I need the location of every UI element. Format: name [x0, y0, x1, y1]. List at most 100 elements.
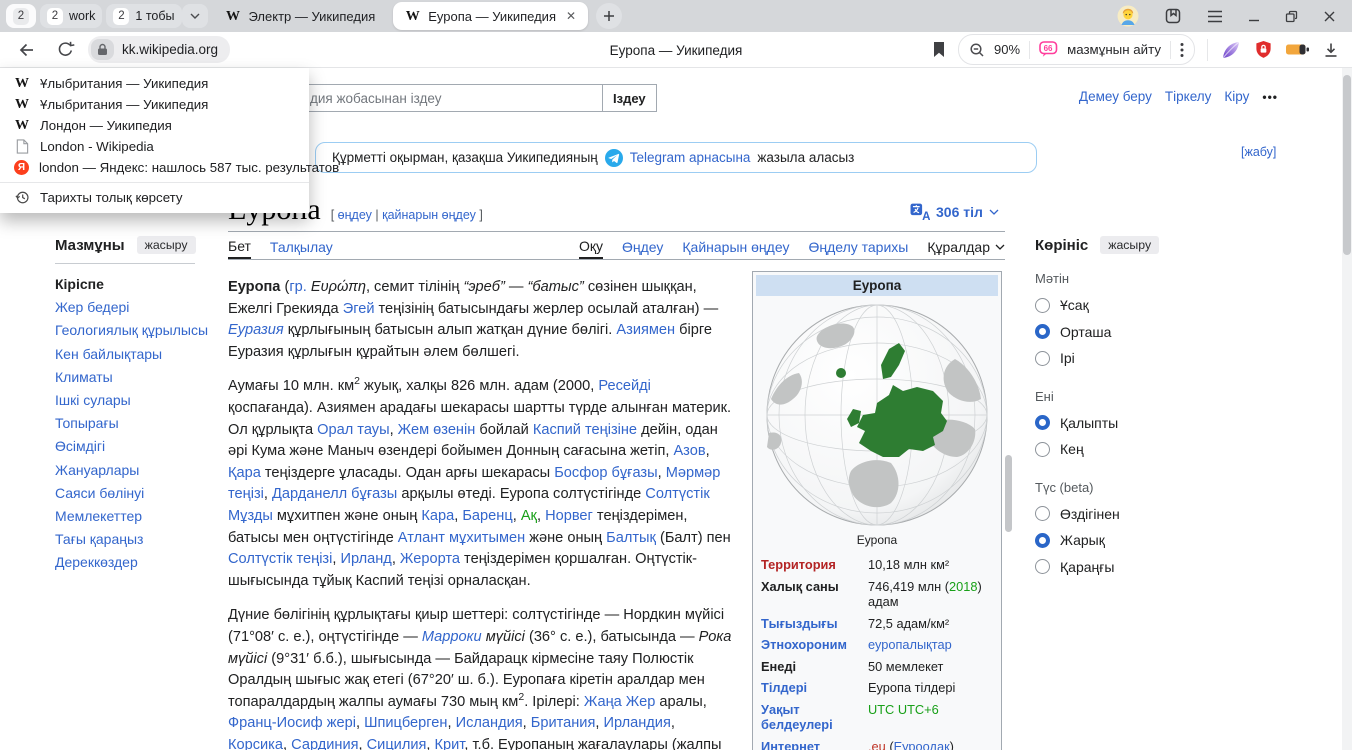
link[interactable]: Дарданелл бұғазы	[272, 486, 397, 502]
article-tab[interactable]: Өңделу тарихы	[808, 234, 908, 259]
link[interactable]: Эгей	[343, 301, 375, 317]
toc-item[interactable]: Тағы қараңыз	[55, 528, 225, 551]
toc-item[interactable]: Мемлекеттер	[55, 505, 225, 528]
close-button[interactable]	[1323, 10, 1336, 23]
radio-option[interactable]: Қалыпты	[1035, 410, 1190, 437]
header-link[interactable]: Кіру	[1224, 89, 1249, 104]
link[interactable]: Норвег	[545, 508, 593, 524]
wiki-search-button[interactable]: Іздеу	[602, 84, 657, 112]
link[interactable]: Шпицберген	[364, 715, 447, 731]
link[interactable]: Қара	[228, 465, 261, 481]
infobox-label[interactable]: Уақыт белдеулері	[756, 699, 863, 736]
toc-item[interactable]: Климаты	[55, 366, 225, 389]
europe-globe-image[interactable]	[756, 296, 998, 531]
link[interactable]: UTC UTC+6	[868, 702, 939, 717]
link[interactable]: Жаңа Жер	[584, 694, 656, 710]
appearance-hide-button[interactable]: жасыру	[1100, 236, 1159, 254]
link[interactable]: 2018	[949, 579, 977, 594]
link[interactable]: Босфор бұғазы	[554, 465, 657, 481]
window-scrollbar[interactable]	[1342, 68, 1352, 750]
read-aloud-button[interactable]: мазмұнын айту	[1067, 42, 1161, 57]
avatar[interactable]	[1117, 5, 1139, 27]
link[interactable]: Кара	[421, 508, 454, 524]
radio-option[interactable]: Ірі	[1035, 345, 1190, 372]
toc-item[interactable]: Өсімдігі	[55, 435, 225, 458]
link[interactable]: Азиямен	[616, 322, 675, 338]
tab-group-chip[interactable]: 21 тобы	[106, 4, 181, 28]
suggestion-item[interactable]: London - Wikipedia	[0, 136, 309, 157]
radio-button[interactable]	[1035, 298, 1050, 313]
infobox-label[interactable]: Тығыздығы	[756, 613, 863, 635]
tab-group-dropdown-button[interactable]	[182, 4, 208, 28]
back-button[interactable]	[12, 35, 42, 65]
link[interactable]: Крит	[435, 737, 465, 750]
link[interactable]: гр.	[289, 279, 307, 295]
address-bar[interactable]: kk.wikipedia.org	[88, 36, 230, 63]
radio-option[interactable]: Жарық	[1035, 527, 1190, 554]
wiki-search-input[interactable]	[262, 84, 602, 112]
edit-link[interactable]: өңдеу	[338, 208, 372, 222]
header-more-button[interactable]: •••	[1262, 90, 1278, 104]
link[interactable]: Атлант мұхитымен	[398, 530, 525, 546]
browser-tab[interactable]: WЕуропа — Уикипедия✕	[393, 2, 588, 30]
link[interactable]: Франц-Иосиф жері	[228, 715, 356, 731]
radio-button[interactable]	[1035, 442, 1050, 457]
suggestion-item[interactable]: WҰлыбритания — Уикипедия	[0, 94, 309, 115]
toc-item[interactable]: Топырағы	[55, 412, 225, 435]
infobox-label[interactable]: Этнохороним	[756, 634, 863, 656]
header-link[interactable]: Демеу беру	[1079, 89, 1152, 104]
radio-button[interactable]	[1035, 506, 1050, 521]
article-tab[interactable]: Өңдеу	[622, 234, 663, 259]
suggestion-item[interactable]: WЛондон — Уикипедия	[0, 115, 309, 136]
tab-group-chip[interactable]: 2	[6, 4, 36, 28]
toc-item[interactable]: Кен байлықтары	[55, 343, 225, 366]
link[interactable]: Сардиния	[291, 737, 358, 750]
content-scrollbar-thumb[interactable]	[1005, 455, 1012, 532]
toc-item[interactable]: Дереккөздер	[55, 551, 225, 574]
link[interactable]: Еуразия	[228, 322, 284, 338]
edit-source-link[interactable]: қайнарын өңдеу	[382, 208, 476, 222]
link[interactable]: Жерорта	[400, 551, 460, 567]
link[interactable]: Балтық	[606, 530, 656, 546]
tab-groups-icon[interactable]	[1164, 7, 1182, 25]
toc-item[interactable]: Ішкі сулары	[55, 389, 225, 412]
link[interactable]: Орал тауы	[317, 422, 389, 438]
zoom-out-icon[interactable]	[969, 42, 985, 58]
radio-button[interactable]	[1035, 559, 1050, 574]
toc-item[interactable]: Кіріспе	[55, 273, 225, 296]
tab-group-chip[interactable]: 2work	[40, 4, 102, 28]
link[interactable]: Солтүстік теңізі	[228, 551, 332, 567]
article-tab[interactable]: Бет	[228, 234, 251, 259]
tab-close-icon[interactable]: ✕	[566, 9, 576, 23]
toc-item[interactable]: Геологиялық құрылысы	[55, 319, 225, 342]
link[interactable]: Ақ	[521, 508, 537, 524]
link[interactable]: Ирланд	[340, 551, 391, 567]
link[interactable]: Корсика	[228, 737, 283, 750]
infobox-label[interactable]: Тілдері	[756, 677, 863, 699]
link[interactable]: Британия	[531, 715, 596, 731]
quote-bubble-icon[interactable]: 66	[1039, 41, 1058, 58]
link[interactable]: Жем өзенін	[398, 422, 476, 438]
banner-close-link[interactable]: [жабу]	[1241, 145, 1276, 159]
window-scrollbar-thumb[interactable]	[1343, 75, 1351, 255]
language-selector[interactable]: A 306 тіл	[910, 203, 999, 221]
link[interactable]: еуропалықтар	[868, 637, 952, 652]
link[interactable]: Еуроодақ	[894, 739, 950, 750]
infobox-label[interactable]: Территория	[756, 554, 863, 576]
radio-option[interactable]: Орташа	[1035, 319, 1190, 346]
battery-extension-icon[interactable]	[1285, 42, 1310, 57]
restore-button[interactable]	[1285, 10, 1298, 23]
radio-button[interactable]	[1035, 415, 1050, 430]
article-tab[interactable]: Талқылау	[270, 234, 333, 259]
telegram-channel-link[interactable]: Telegram арнасына	[630, 150, 751, 165]
radio-button[interactable]	[1035, 324, 1050, 339]
link[interactable]: Ресейді	[598, 378, 651, 394]
toc-item[interactable]: Жер бедері	[55, 296, 225, 319]
reload-button[interactable]	[50, 35, 80, 65]
link[interactable]: Каспий теңізіне	[533, 422, 637, 438]
radio-option[interactable]: Өздігінен	[1035, 501, 1190, 528]
link[interactable]: .eu	[868, 739, 886, 750]
radio-button[interactable]	[1035, 533, 1050, 548]
link[interactable]: Азов	[673, 443, 705, 459]
radio-button[interactable]	[1035, 351, 1050, 366]
